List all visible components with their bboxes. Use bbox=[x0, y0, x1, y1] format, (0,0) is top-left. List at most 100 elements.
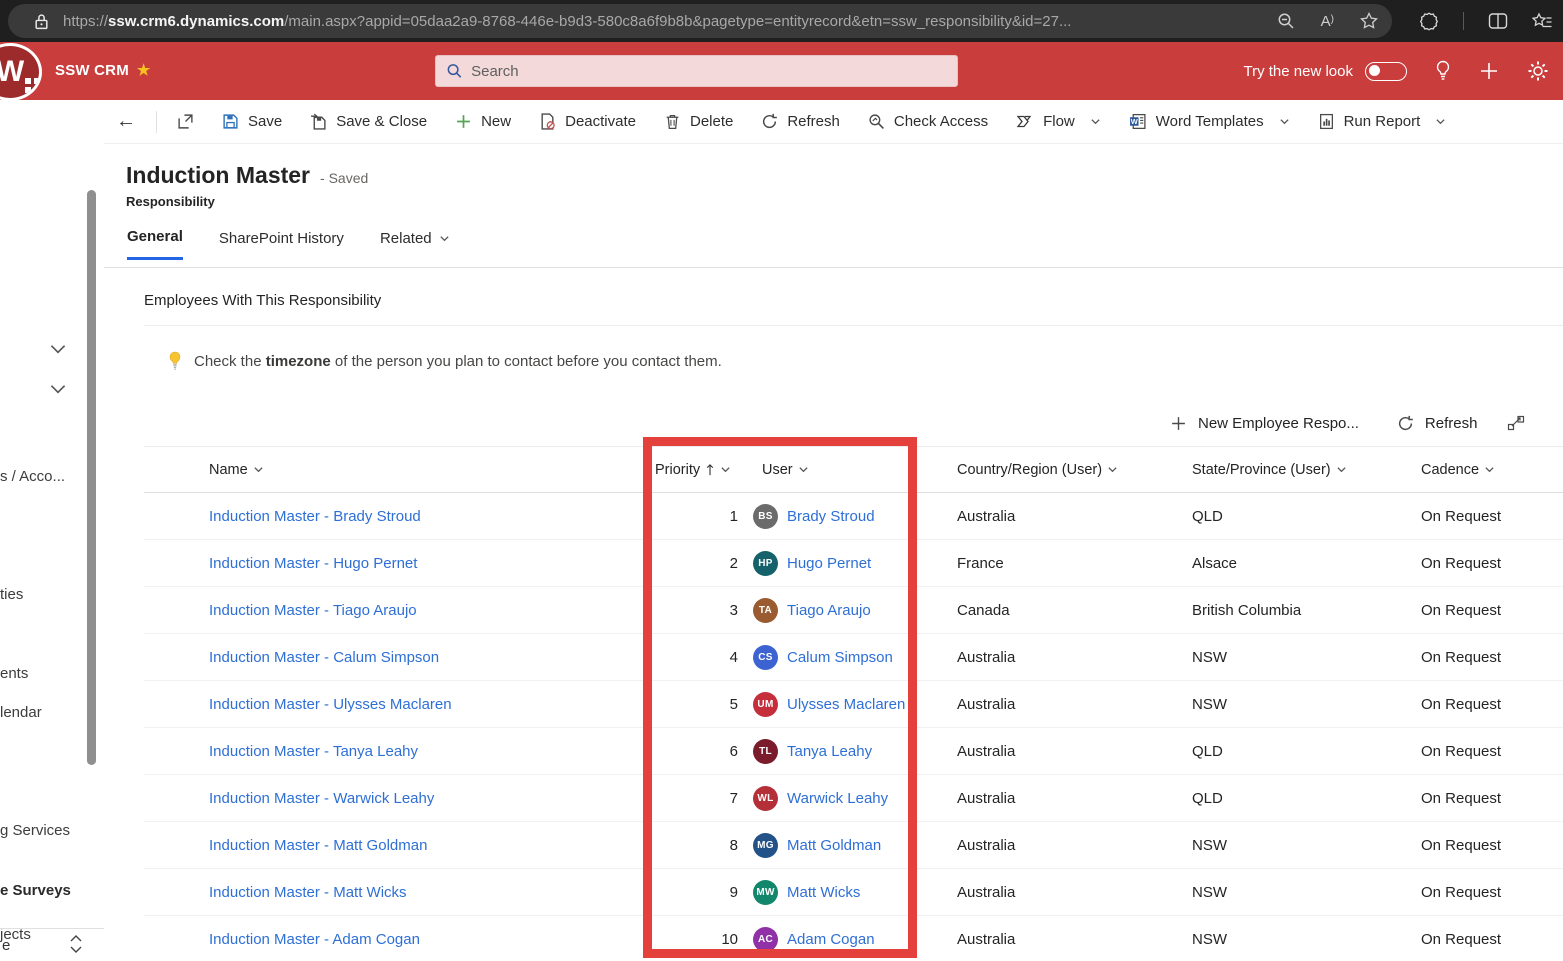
lightbulb-icon[interactable] bbox=[1435, 60, 1451, 82]
record-name-link[interactable]: Induction Master - Ulysses Maclaren bbox=[209, 696, 452, 713]
address-bar[interactable]: https://ssw.crm6.dynamics.com/main.aspx?… bbox=[8, 4, 1392, 38]
chevron-down-icon[interactable] bbox=[47, 338, 69, 360]
table-row: Induction Master - Matt Wicks 9 MW Matt … bbox=[144, 869, 1563, 916]
new-employee-responsibility-button[interactable]: New Employee Respo... bbox=[1170, 415, 1359, 432]
cadence-value: On Request bbox=[1415, 696, 1563, 713]
state-value: NSW bbox=[1185, 931, 1415, 948]
column-header-state[interactable]: State/Province (User) bbox=[1185, 462, 1415, 478]
sidebar-scrollbar[interactable] bbox=[87, 190, 96, 765]
country-value: Australia bbox=[950, 696, 1185, 713]
new-look-toggle[interactable] bbox=[1365, 62, 1407, 81]
zoom-out-icon[interactable] bbox=[1277, 12, 1295, 30]
dynamics-crm-window: https://ssw.crm6.dynamics.com/main.aspx?… bbox=[0, 0, 1563, 961]
new-button[interactable]: New bbox=[441, 100, 525, 144]
employees-subgrid: Name Priority User Country/Region (User)… bbox=[144, 446, 1563, 961]
record-name-link[interactable]: Induction Master - Adam Cogan bbox=[209, 931, 420, 948]
country-value: France bbox=[950, 555, 1185, 572]
search-input[interactable] bbox=[471, 63, 947, 80]
column-header-priority[interactable]: Priority bbox=[640, 462, 740, 478]
run-report-button[interactable]: Run Report bbox=[1304, 100, 1461, 144]
priority-value: 1 bbox=[640, 508, 740, 525]
user-avatar: UM bbox=[753, 692, 778, 717]
user-link[interactable]: Tanya Leahy bbox=[787, 743, 872, 760]
column-header-cadence[interactable]: Cadence bbox=[1415, 462, 1563, 478]
record-name-link[interactable]: Induction Master - Warwick Leahy bbox=[209, 790, 434, 807]
tab-general[interactable]: General bbox=[127, 228, 183, 260]
country-value: Australia bbox=[950, 884, 1185, 901]
word-icon: W bbox=[1129, 113, 1147, 130]
save-status: - Saved bbox=[320, 170, 368, 186]
priority-value: 4 bbox=[640, 649, 740, 666]
popout-icon[interactable] bbox=[163, 113, 208, 130]
save-and-close-button[interactable]: Save & Close bbox=[296, 100, 441, 144]
tab-sharepoint-history[interactable]: SharePoint History bbox=[219, 228, 344, 260]
chevron-down-icon[interactable] bbox=[47, 378, 69, 400]
table-row: Induction Master - Calum Simpson 4 CS Ca… bbox=[144, 634, 1563, 681]
user-link[interactable]: Calum Simpson bbox=[787, 649, 893, 666]
state-value: Alsace bbox=[1185, 555, 1415, 572]
toolbar-divider bbox=[1463, 12, 1464, 30]
split-screen-icon[interactable] bbox=[1488, 12, 1508, 30]
command-label: Word Templates bbox=[1156, 113, 1264, 130]
chevron-down-icon bbox=[1279, 116, 1290, 127]
sidebar-item[interactable]: g Services bbox=[0, 822, 70, 839]
user-link[interactable]: Ulysses Maclaren bbox=[787, 696, 905, 713]
subgrid-refresh-button[interactable]: Refresh bbox=[1397, 415, 1478, 432]
record-name-link[interactable]: Induction Master - Tanya Leahy bbox=[209, 743, 418, 760]
column-header-user[interactable]: User bbox=[740, 462, 950, 478]
tab-related[interactable]: Related bbox=[380, 228, 450, 260]
sidebar-item[interactable]: s / Acco... bbox=[0, 468, 65, 485]
check-access-button[interactable]: Check Access bbox=[854, 100, 1002, 144]
favorite-star-icon[interactable] bbox=[1360, 12, 1378, 30]
app-name[interactable]: SSW CRM★ bbox=[55, 61, 151, 79]
extensions-icon[interactable] bbox=[1419, 11, 1439, 31]
ssw-logo[interactable]: W bbox=[0, 43, 42, 101]
record-name-link[interactable]: Induction Master - Tiago Araujo bbox=[209, 602, 417, 619]
crm-top-bar: W SSW CRM★ Try the new look bbox=[0, 42, 1563, 100]
refresh-button[interactable]: Refresh bbox=[747, 100, 854, 144]
cadence-value: On Request bbox=[1415, 931, 1563, 948]
user-avatar: AC bbox=[753, 927, 778, 952]
sidebar-item[interactable]: e Surveys bbox=[0, 882, 71, 899]
command-label: Run Report bbox=[1344, 113, 1421, 130]
sidebar-item[interactable]: ents bbox=[0, 665, 28, 682]
column-header-name[interactable]: Name bbox=[144, 462, 640, 478]
flow-button[interactable]: Flow bbox=[1002, 100, 1115, 144]
state-value: NSW bbox=[1185, 837, 1415, 854]
delete-button[interactable]: Delete bbox=[650, 100, 747, 144]
area-switcher-icon[interactable] bbox=[66, 932, 86, 956]
user-link[interactable]: Matt Wicks bbox=[787, 884, 860, 901]
user-link[interactable]: Tiago Araujo bbox=[787, 602, 871, 619]
record-name-link[interactable]: Induction Master - Matt Wicks bbox=[209, 884, 407, 901]
plus-icon[interactable] bbox=[1479, 61, 1499, 81]
user-link[interactable]: Brady Stroud bbox=[787, 508, 875, 525]
expand-grid-icon[interactable] bbox=[1507, 415, 1525, 431]
command-label: Save & Close bbox=[336, 113, 427, 130]
country-value: Canada bbox=[950, 602, 1185, 619]
section-title: Employees With This Responsibility bbox=[144, 292, 381, 309]
global-search[interactable] bbox=[435, 55, 958, 87]
back-button[interactable]: ← bbox=[104, 110, 150, 133]
user-link[interactable]: Warwick Leahy bbox=[787, 790, 888, 807]
record-name-link[interactable]: Induction Master - Calum Simpson bbox=[209, 649, 439, 666]
favorites-bar-icon[interactable] bbox=[1532, 12, 1553, 31]
save-button[interactable]: Save bbox=[208, 100, 296, 144]
record-name-link[interactable]: Induction Master - Matt Goldman bbox=[209, 837, 427, 854]
column-header-country[interactable]: Country/Region (User) bbox=[950, 462, 1185, 478]
user-link[interactable]: Hugo Pernet bbox=[787, 555, 871, 572]
cadence-value: On Request bbox=[1415, 602, 1563, 619]
sidebar-item[interactable]: lendar bbox=[0, 704, 42, 721]
record-name-link[interactable]: Induction Master - Brady Stroud bbox=[209, 508, 421, 525]
country-value: Australia bbox=[950, 649, 1185, 666]
user-link[interactable]: Matt Goldman bbox=[787, 837, 881, 854]
user-link[interactable]: Adam Cogan bbox=[787, 931, 875, 948]
read-aloud-icon[interactable]: A) bbox=[1321, 13, 1334, 30]
word-templates-button[interactable]: W Word Templates bbox=[1115, 100, 1304, 144]
record-name-link[interactable]: Induction Master - Hugo Pernet bbox=[209, 555, 417, 572]
sidebar-item[interactable]: ties bbox=[0, 586, 23, 603]
command-label: Flow bbox=[1043, 113, 1075, 130]
gear-icon[interactable] bbox=[1527, 60, 1549, 82]
area-switcher-label[interactable]: e bbox=[2, 937, 10, 954]
deactivate-button[interactable]: Deactivate bbox=[525, 100, 650, 144]
entity-label: Responsibility bbox=[126, 194, 215, 209]
